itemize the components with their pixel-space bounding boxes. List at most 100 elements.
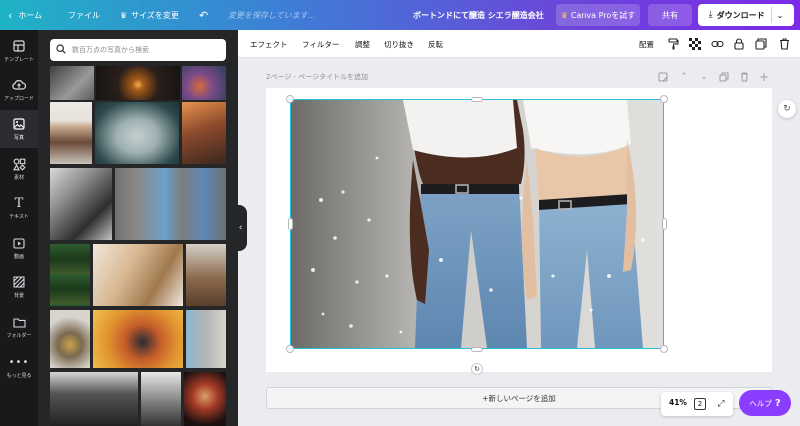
top-bar: ‹ ホーム ファイル ♛ サイズを変更 ↶ 変更を保存しています... ボートン…: [0, 0, 800, 30]
resize-button[interactable]: ♛ サイズを変更: [120, 0, 179, 30]
transparency-icon[interactable]: [688, 37, 702, 51]
resize-handle-bottom-left[interactable]: [286, 345, 294, 353]
rail-video[interactable]: 動画: [0, 229, 38, 267]
rail-label: テンプレート: [4, 57, 34, 63]
rail-elements[interactable]: 素材: [0, 150, 38, 188]
rotate-handle-icon[interactable]: ↻: [471, 363, 483, 375]
rail-templates[interactable]: テンプレート: [0, 32, 38, 70]
rail-label: 動画: [13, 254, 24, 260]
rail-uploads[interactable]: アップロード: [0, 71, 38, 109]
photo-thumbnail[interactable]: [50, 66, 94, 100]
rail-photos[interactable]: 写真: [0, 110, 38, 148]
resize-label: サイズを変更: [131, 10, 179, 20]
rail-label: 写真: [13, 135, 24, 141]
position-button[interactable]: 配置: [639, 30, 654, 58]
home-button[interactable]: ‹ ホーム: [8, 0, 42, 30]
rail-label: テキスト: [9, 214, 29, 220]
photo-thumbnail[interactable]: [182, 102, 226, 164]
add-page-icon[interactable]: +: [758, 70, 770, 84]
save-status: 変更を保存しています...: [228, 10, 316, 20]
background-icon: [11, 275, 27, 289]
fullscreen-icon[interactable]: ⤢: [714, 397, 728, 411]
page-title[interactable]: 2ページ - ページタイトルを追加: [266, 72, 368, 82]
resize-handle-bottom[interactable]: [471, 347, 483, 352]
document-title[interactable]: ボートンドにて醸造 シエラ醸造会社: [413, 0, 544, 30]
download-label: ダウンロード: [716, 10, 765, 20]
rail-folder[interactable]: フォルダー: [0, 308, 38, 346]
rail-label: フォルダー: [6, 333, 32, 339]
rail-background[interactable]: 背景: [0, 268, 38, 306]
page-notes-icon[interactable]: [657, 71, 669, 83]
crop-button[interactable]: 切り抜き: [384, 30, 414, 58]
photo-thumbnail[interactable]: [50, 372, 138, 426]
resize-handle-top[interactable]: [471, 97, 483, 102]
photo-thumbnail[interactable]: [182, 66, 226, 100]
adjust-button[interactable]: 調整: [355, 30, 370, 58]
link-icon[interactable]: [710, 37, 724, 51]
crown-icon: ♛: [120, 10, 128, 20]
resize-handle-top-right[interactable]: [660, 95, 668, 103]
share-button[interactable]: 共有: [648, 4, 692, 26]
photo-thumbnail[interactable]: [50, 310, 90, 368]
rail-more[interactable]: ••• もっと見る: [0, 348, 38, 386]
text-icon: T: [14, 195, 24, 211]
undo-icon[interactable]: ↶: [199, 0, 208, 30]
paint-roller-icon[interactable]: [666, 37, 680, 51]
resize-handle-left[interactable]: [288, 218, 293, 230]
resize-handle-bottom-right[interactable]: [660, 345, 668, 353]
file-menu[interactable]: ファイル: [68, 0, 100, 30]
chevron-up-icon[interactable]: ⌃: [678, 71, 690, 83]
help-button[interactable]: ヘルプ ?: [739, 390, 791, 416]
download-divider: [770, 7, 772, 23]
resize-handle-top-left[interactable]: [286, 95, 294, 103]
template-icon: [11, 39, 27, 53]
search-input[interactable]: [72, 46, 222, 54]
photo-thumbnail[interactable]: [115, 168, 226, 240]
page-count-button[interactable]: 2: [694, 398, 706, 410]
crown-icon: ♛: [560, 10, 568, 20]
more-icon: •••: [8, 356, 30, 368]
home-label: ホーム: [18, 10, 43, 20]
photo-thumbnail[interactable]: [50, 168, 112, 240]
zoom-controls: 41% 2 ⤢: [661, 392, 733, 416]
flip-button[interactable]: 反転: [428, 30, 443, 58]
chevron-down-icon[interactable]: ⌄: [698, 71, 710, 83]
photo-thumbnail[interactable]: [50, 102, 92, 164]
chevron-left-icon: ‹: [8, 8, 13, 22]
photo-thumbnail[interactable]: [95, 102, 179, 164]
elements-icon: [11, 157, 27, 171]
photo-thumbnail[interactable]: [93, 244, 183, 306]
photo-content: [291, 100, 663, 348]
photo-thumbnail[interactable]: [186, 244, 226, 306]
duplicate-page-icon[interactable]: [718, 71, 730, 83]
selected-photo[interactable]: [290, 99, 664, 349]
collapse-panel-button[interactable]: ‹: [234, 205, 247, 251]
duplicate-icon[interactable]: [754, 37, 768, 51]
delete-page-icon[interactable]: [738, 71, 750, 83]
chevron-down-icon[interactable]: ⌄: [777, 11, 784, 20]
photo-thumbnail[interactable]: [50, 244, 90, 306]
filters-button[interactable]: フィルター: [302, 30, 339, 58]
photo-thumbnail[interactable]: [96, 66, 180, 100]
photo-search[interactable]: [50, 39, 226, 61]
try-pro-button[interactable]: ♛ Canva Proを試す: [556, 4, 640, 26]
download-button[interactable]: ⤓ ダウンロード ⌄: [698, 4, 794, 26]
photo-thumbnail[interactable]: [184, 372, 226, 426]
effects-button[interactable]: エフェクト: [250, 30, 288, 58]
photo-thumbnail[interactable]: [141, 372, 181, 426]
rail-text[interactable]: T テキスト: [0, 189, 38, 227]
folder-icon: [11, 315, 27, 329]
lock-icon[interactable]: [732, 37, 746, 51]
download-icon: ⤓: [708, 10, 713, 20]
photo-thumbnail[interactable]: [93, 310, 183, 368]
trash-icon[interactable]: [777, 37, 791, 51]
pro-label: Canva Proを試す: [570, 10, 636, 20]
zoom-level[interactable]: 41%: [669, 398, 687, 407]
photo-thumbnail[interactable]: [186, 310, 226, 368]
rail-label: 背景: [13, 293, 24, 299]
resize-handle-right[interactable]: [662, 218, 667, 230]
refresh-icon[interactable]: ↻: [778, 100, 796, 118]
rail-label: アップロード: [3, 96, 34, 102]
rail-label: もっと見る: [6, 373, 32, 379]
video-icon: [11, 236, 27, 250]
